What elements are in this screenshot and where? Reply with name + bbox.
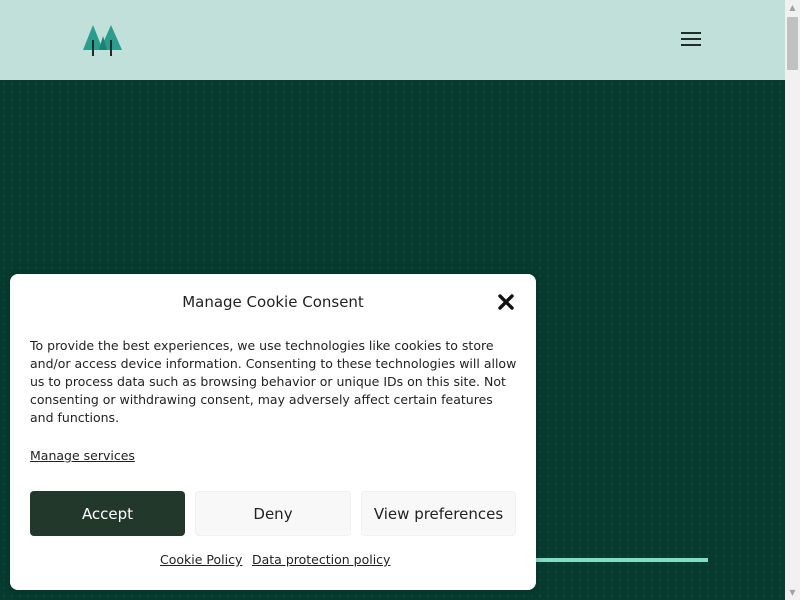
cookie-dialog-title: Manage Cookie Consent (182, 293, 364, 311)
accept-button[interactable]: Accept (30, 491, 185, 536)
hamburger-menu-icon (681, 32, 701, 34)
cookie-dialog-message: To provide the best experiences, we use … (30, 338, 517, 425)
close-button[interactable] (497, 293, 515, 311)
scrollbar-thumb[interactable] (787, 17, 798, 70)
vertical-scrollbar[interactable]: ▲ ▼ (785, 0, 800, 600)
hero-accent-line (520, 558, 708, 562)
pine-trees-logo-icon (83, 25, 122, 56)
cookie-consent-dialog: Manage Cookie Consent To provide the bes… (10, 274, 536, 590)
scroll-down-arrow-icon[interactable]: ▼ (785, 585, 800, 600)
deny-button[interactable]: Deny (195, 491, 351, 536)
hamburger-menu-icon-bar (681, 44, 701, 46)
close-icon (498, 294, 514, 310)
data-protection-policy-link[interactable]: Data protection policy (252, 552, 390, 567)
hamburger-menu-icon-bar (681, 38, 701, 40)
manage-services-link[interactable]: Manage services (30, 448, 135, 463)
view-preferences-button[interactable]: View preferences (361, 491, 516, 536)
hamburger-menu-button[interactable] (676, 26, 706, 52)
cookie-policy-link[interactable]: Cookie Policy (160, 552, 242, 567)
site-header (0, 0, 785, 80)
scroll-up-arrow-icon[interactable]: ▲ (785, 0, 800, 15)
site-logo[interactable] (82, 22, 126, 58)
